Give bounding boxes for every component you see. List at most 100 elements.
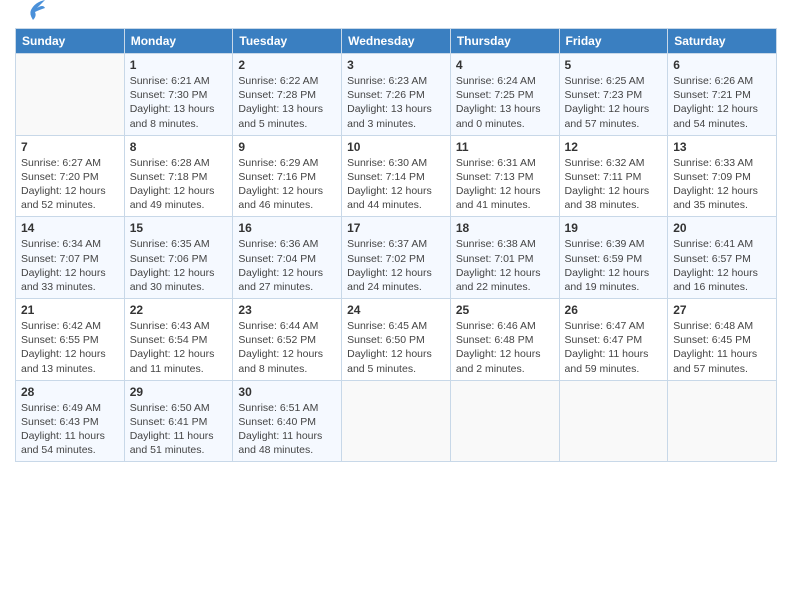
day-number: 30 <box>238 385 336 399</box>
calendar-cell: 4 Sunrise: 6:24 AM Sunset: 7:25 PM Daylig… <box>450 54 559 136</box>
day-info: Sunrise: 6:47 AM Sunset: 6:47 PM Dayligh… <box>565 319 663 376</box>
day-info: Sunrise: 6:30 AM Sunset: 7:14 PM Dayligh… <box>347 156 445 213</box>
day-info: Sunrise: 6:28 AM Sunset: 7:18 PM Dayligh… <box>130 156 228 213</box>
calendar-cell <box>668 380 777 462</box>
calendar-cell: 10 Sunrise: 6:30 AM Sunset: 7:14 PM Dayli… <box>342 135 451 217</box>
calendar-cell: 27 Sunrise: 6:48 AM Sunset: 6:45 PM Dayli… <box>668 299 777 381</box>
day-info: Sunrise: 6:51 AM Sunset: 6:40 PM Dayligh… <box>238 401 336 458</box>
day-number: 14 <box>21 221 119 235</box>
day-info: Sunrise: 6:25 AM Sunset: 7:23 PM Dayligh… <box>565 74 663 131</box>
calendar-cell: 11 Sunrise: 6:31 AM Sunset: 7:13 PM Dayli… <box>450 135 559 217</box>
calendar-cell <box>16 54 125 136</box>
calendar-cell: 18 Sunrise: 6:38 AM Sunset: 7:01 PM Dayli… <box>450 217 559 299</box>
calendar-week-row: 14 Sunrise: 6:34 AM Sunset: 7:07 PM Dayli… <box>16 217 777 299</box>
day-info: Sunrise: 6:27 AM Sunset: 7:20 PM Dayligh… <box>21 156 119 213</box>
calendar-cell: 8 Sunrise: 6:28 AM Sunset: 7:18 PM Daylig… <box>124 135 233 217</box>
day-number: 23 <box>238 303 336 317</box>
calendar-cell: 3 Sunrise: 6:23 AM Sunset: 7:26 PM Daylig… <box>342 54 451 136</box>
calendar-cell: 28 Sunrise: 6:49 AM Sunset: 6:43 PM Dayli… <box>16 380 125 462</box>
day-info: Sunrise: 6:26 AM Sunset: 7:21 PM Dayligh… <box>673 74 771 131</box>
day-info: Sunrise: 6:33 AM Sunset: 7:09 PM Dayligh… <box>673 156 771 213</box>
day-number: 20 <box>673 221 771 235</box>
calendar-cell: 9Sunrise: 6:29 AM Sunset: 7:16 PM Daylig… <box>233 135 342 217</box>
day-number: 15 <box>130 221 228 235</box>
day-number: 21 <box>21 303 119 317</box>
col-header-wednesday: Wednesday <box>342 29 451 54</box>
day-info: Sunrise: 6:38 AM Sunset: 7:01 PM Dayligh… <box>456 237 554 294</box>
day-info: Sunrise: 6:23 AM Sunset: 7:26 PM Dayligh… <box>347 74 445 131</box>
day-number: 4 <box>456 58 554 72</box>
day-number: 1 <box>130 58 228 72</box>
day-number: 24 <box>347 303 445 317</box>
day-number: 2 <box>238 58 336 72</box>
day-number: 10 <box>347 140 445 154</box>
day-number: 13 <box>673 140 771 154</box>
day-info: Sunrise: 6:43 AM Sunset: 6:54 PM Dayligh… <box>130 319 228 376</box>
calendar-cell: 15 Sunrise: 6:35 AM Sunset: 7:06 PM Dayli… <box>124 217 233 299</box>
day-number: 7 <box>21 140 119 154</box>
day-number: 28 <box>21 385 119 399</box>
day-number: 26 <box>565 303 663 317</box>
day-number: 25 <box>456 303 554 317</box>
calendar-cell: 16 Sunrise: 6:36 AM Sunset: 7:04 PM Dayli… <box>233 217 342 299</box>
day-info: Sunrise: 6:24 AM Sunset: 7:25 PM Dayligh… <box>456 74 554 131</box>
day-number: 5 <box>565 58 663 72</box>
col-header-monday: Monday <box>124 29 233 54</box>
calendar-cell: 24 Sunrise: 6:45 AM Sunset: 6:50 PM Dayli… <box>342 299 451 381</box>
logo-bird-icon <box>17 0 45 20</box>
day-info: Sunrise: 6:36 AM Sunset: 7:04 PM Dayligh… <box>238 237 336 294</box>
day-number: 17 <box>347 221 445 235</box>
calendar-cell: 7 Sunrise: 6:27 AM Sunset: 7:20 PM Daylig… <box>16 135 125 217</box>
calendar-cell: 25 Sunrise: 6:46 AM Sunset: 6:48 PM Dayli… <box>450 299 559 381</box>
calendar-week-row: 7 Sunrise: 6:27 AM Sunset: 7:20 PM Daylig… <box>16 135 777 217</box>
day-info: Sunrise: 6:45 AM Sunset: 6:50 PM Dayligh… <box>347 319 445 376</box>
day-info: Sunrise: 6:48 AM Sunset: 6:45 PM Dayligh… <box>673 319 771 376</box>
calendar-cell <box>559 380 668 462</box>
col-header-sunday: Sunday <box>16 29 125 54</box>
day-info: Sunrise: 6:32 AM Sunset: 7:11 PM Dayligh… <box>565 156 663 213</box>
calendar-cell: 21 Sunrise: 6:42 AM Sunset: 6:55 PM Dayli… <box>16 299 125 381</box>
calendar-cell: 2Sunrise: 6:22 AM Sunset: 7:28 PM Daylig… <box>233 54 342 136</box>
day-info: Sunrise: 6:35 AM Sunset: 7:06 PM Dayligh… <box>130 237 228 294</box>
day-info: Sunrise: 6:49 AM Sunset: 6:43 PM Dayligh… <box>21 401 119 458</box>
calendar-cell: 1 Sunrise: 6:21 AM Sunset: 7:30 PM Daylig… <box>124 54 233 136</box>
calendar-week-row: 21 Sunrise: 6:42 AM Sunset: 6:55 PM Dayli… <box>16 299 777 381</box>
day-number: 9 <box>238 140 336 154</box>
day-number: 8 <box>130 140 228 154</box>
day-info: Sunrise: 6:37 AM Sunset: 7:02 PM Dayligh… <box>347 237 445 294</box>
col-header-friday: Friday <box>559 29 668 54</box>
day-number: 29 <box>130 385 228 399</box>
calendar-cell: 6Sunrise: 6:26 AM Sunset: 7:21 PM Daylig… <box>668 54 777 136</box>
col-header-thursday: Thursday <box>450 29 559 54</box>
calendar-cell: 17 Sunrise: 6:37 AM Sunset: 7:02 PM Dayli… <box>342 217 451 299</box>
day-info: Sunrise: 6:21 AM Sunset: 7:30 PM Dayligh… <box>130 74 228 131</box>
calendar-cell: 29 Sunrise: 6:50 AM Sunset: 6:41 PM Dayli… <box>124 380 233 462</box>
logo <box>15 10 45 20</box>
page-header <box>15 10 777 20</box>
day-info: Sunrise: 6:41 AM Sunset: 6:57 PM Dayligh… <box>673 237 771 294</box>
calendar-cell: 26 Sunrise: 6:47 AM Sunset: 6:47 PM Dayli… <box>559 299 668 381</box>
day-info: Sunrise: 6:31 AM Sunset: 7:13 PM Dayligh… <box>456 156 554 213</box>
day-number: 18 <box>456 221 554 235</box>
calendar-cell: 23 Sunrise: 6:44 AM Sunset: 6:52 PM Dayli… <box>233 299 342 381</box>
day-number: 19 <box>565 221 663 235</box>
day-info: Sunrise: 6:46 AM Sunset: 6:48 PM Dayligh… <box>456 319 554 376</box>
day-number: 16 <box>238 221 336 235</box>
calendar-cell: 19Sunrise: 6:39 AM Sunset: 6:59 PM Dayli… <box>559 217 668 299</box>
calendar-week-row: 28 Sunrise: 6:49 AM Sunset: 6:43 PM Dayli… <box>16 380 777 462</box>
col-header-saturday: Saturday <box>668 29 777 54</box>
calendar-cell: 20 Sunrise: 6:41 AM Sunset: 6:57 PM Dayli… <box>668 217 777 299</box>
calendar-cell: 13 Sunrise: 6:33 AM Sunset: 7:09 PM Dayli… <box>668 135 777 217</box>
day-number: 22 <box>130 303 228 317</box>
calendar-cell: 5 Sunrise: 6:25 AM Sunset: 7:23 PM Daylig… <box>559 54 668 136</box>
day-info: Sunrise: 6:50 AM Sunset: 6:41 PM Dayligh… <box>130 401 228 458</box>
day-number: 3 <box>347 58 445 72</box>
day-info: Sunrise: 6:34 AM Sunset: 7:07 PM Dayligh… <box>21 237 119 294</box>
calendar-cell <box>450 380 559 462</box>
day-info: Sunrise: 6:42 AM Sunset: 6:55 PM Dayligh… <box>21 319 119 376</box>
col-header-tuesday: Tuesday <box>233 29 342 54</box>
day-info: Sunrise: 6:44 AM Sunset: 6:52 PM Dayligh… <box>238 319 336 376</box>
day-number: 11 <box>456 140 554 154</box>
day-number: 27 <box>673 303 771 317</box>
calendar-cell: 30 Sunrise: 6:51 AM Sunset: 6:40 PM Dayli… <box>233 380 342 462</box>
